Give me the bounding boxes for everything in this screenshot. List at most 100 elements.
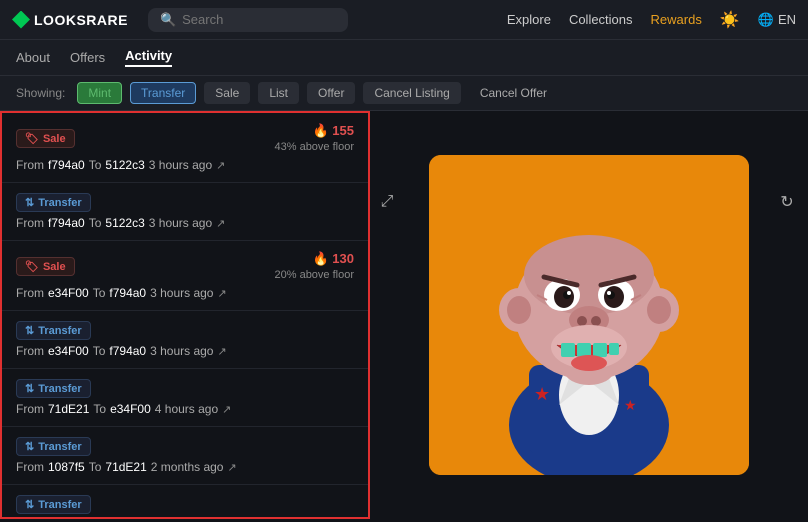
row-header: ⇅ Transfer [16,437,354,456]
external-link-icon[interactable]: ↗ [217,345,226,358]
collections-link[interactable]: Collections [569,12,633,27]
filter-list-button[interactable]: List [258,82,299,104]
sale-icon: 🏷 [25,132,39,145]
badge-sale: 🏷 Sale [16,129,75,148]
row-meta: From machibigbrother.eth To 1087f5 3 mon… [16,518,354,519]
subnav-offers[interactable]: Offers [70,50,105,65]
time-label: 2 months ago [151,460,224,474]
brand-name: LOOKSRARE [34,12,128,28]
from-address[interactable]: 1087f5 [48,460,85,474]
to-address[interactable]: 71dE21 [105,460,146,474]
price-note: 20% above floor [275,268,355,282]
activity-row: 🏷 Sale 🔥 130 20% above floor From e34F00… [2,241,368,311]
row-header: ⇅ Transfer [16,379,354,398]
activity-row: ⇅ Transfer From e34F00 To f794a0 3 hours… [2,311,368,369]
activity-row: ⇅ Transfer From 71dE21 To e34F00 4 hours… [2,369,368,427]
subnav-about[interactable]: About [16,50,50,65]
logo-diamond-icon [12,11,30,29]
filter-transfer-button[interactable]: Transfer [130,82,196,104]
expand-icon[interactable]: ⤢ [372,187,402,217]
search-bar[interactable]: 🔍 [148,8,348,32]
badge-transfer: ⇅ Transfer [16,495,91,514]
filter-cancel-offer-button[interactable]: Cancel Offer [469,82,558,104]
activity-row: ⇅ Transfer From f794a0 To 5122c3 3 hours… [2,183,368,241]
badge-transfer: ⇅ Transfer [16,379,91,398]
from-address[interactable]: 71dE21 [48,402,89,416]
time-label: 3 hours ago [150,286,213,300]
row-meta: From f794a0 To 5122c3 3 hours ago ↗ [16,158,354,172]
filter-cancel-listing-button[interactable]: Cancel Listing [363,82,460,104]
from-address[interactable]: e34F00 [48,286,89,300]
language-selector[interactable]: 🌐 EN [758,12,796,28]
to-address[interactable]: f794a0 [109,286,146,300]
filter-offer-button[interactable]: Offer [307,82,355,104]
row-header: ⇅ Transfer [16,495,354,514]
explore-link[interactable]: Explore [507,12,551,27]
activity-row: ⇅ Transfer From machibigbrother.eth To 1… [2,485,368,519]
filter-mint-button[interactable]: Mint [77,82,122,104]
brand-logo[interactable]: LOOKSRARE [12,11,128,29]
from-address[interactable]: e34F00 [48,344,89,358]
nav-right: Explore Collections Rewards ☀️ 🌐 EN [507,10,796,30]
badge-sale: 🏷 Sale [16,257,75,276]
svg-text:★: ★ [534,384,550,404]
to-address[interactable]: 1087f5 [174,518,211,519]
external-link-icon[interactable]: ↗ [227,461,236,474]
to-address[interactable]: f794a0 [109,344,146,358]
row-header: ⇅ Transfer [16,321,354,340]
badge-transfer: ⇅ Transfer [16,193,91,212]
row-meta: From 71dE21 To e34F00 4 hours ago ↗ [16,402,354,416]
badge-transfer: ⇅ Transfer [16,321,91,340]
time-label: 3 hours ago [149,158,212,172]
row-header: 🏷 Sale 🔥 155 43% above floor [16,123,354,154]
rewards-link[interactable]: Rewards [651,12,702,27]
transfer-icon: ⇅ [25,324,34,337]
nft-image: ★ ★ [429,155,749,475]
time-label: 3 hours ago [149,216,212,230]
external-link-icon[interactable]: ↗ [216,217,225,230]
to-address[interactable]: e34F00 [110,402,151,416]
sale-icon: 🏷 [25,260,39,273]
filter-sale-button[interactable]: Sale [204,82,250,104]
theme-toggle-icon[interactable]: ☀️ [720,10,740,30]
activity-row: 🏷 Sale 🔥 155 43% above floor From f794a0… [2,113,368,183]
subnav-activity[interactable]: Activity [125,48,172,67]
activity-row: ⇅ Transfer From 1087f5 To 71dE21 2 month… [2,427,368,485]
row-header: ⇅ Transfer [16,193,354,212]
price-note: 43% above floor [275,140,355,154]
row-header: 🏷 Sale 🔥 130 20% above floor [16,251,354,282]
globe-icon: 🌐 [758,12,774,28]
svg-text:★: ★ [624,397,637,413]
price-value: 130 [332,251,354,266]
filter-toolbar: Showing: Mint Transfer Sale List Offer C… [0,76,808,111]
to-address[interactable]: 5122c3 [105,216,144,230]
external-link-icon[interactable]: ↗ [217,287,226,300]
nft-display-panel: ★ ★ [370,111,808,519]
from-address[interactable]: machibigbrother.eth [48,518,153,519]
from-address[interactable]: f794a0 [48,158,85,172]
refresh-icon[interactable]: ↻ [772,187,802,217]
search-input[interactable] [182,12,322,27]
top-navigation: LOOKSRARE 🔍 Explore Collections Rewards … [0,0,808,40]
nft-artwork: ★ ★ [429,155,749,475]
row-meta: From f794a0 To 5122c3 3 hours ago ↗ [16,216,354,230]
transfer-icon: ⇅ [25,498,34,511]
showing-label: Showing: [16,86,65,100]
price-value: 155 [332,123,354,138]
fire-icon: 🔥 [312,123,328,138]
activity-list: 🏷 Sale 🔥 155 43% above floor From f794a0… [0,111,370,519]
sub-navigation: About Offers Activity [0,40,808,76]
transfer-icon: ⇅ [25,440,34,453]
transfer-icon: ⇅ [25,382,34,395]
row-meta: From e34F00 To f794a0 3 hours ago ↗ [16,286,354,300]
price-info: 🔥 130 20% above floor [275,251,355,282]
external-link-icon[interactable]: ↗ [222,403,231,416]
external-link-icon[interactable]: ↗ [216,159,225,172]
from-address[interactable]: f794a0 [48,216,85,230]
fire-icon: 🔥 [312,251,328,266]
transfer-icon: ⇅ [25,196,34,209]
to-address[interactable]: 5122c3 [105,158,144,172]
time-label: 3 hours ago [150,344,213,358]
price-info: 🔥 155 43% above floor [275,123,355,154]
row-meta: From e34F00 To f794a0 3 hours ago ↗ [16,344,354,358]
